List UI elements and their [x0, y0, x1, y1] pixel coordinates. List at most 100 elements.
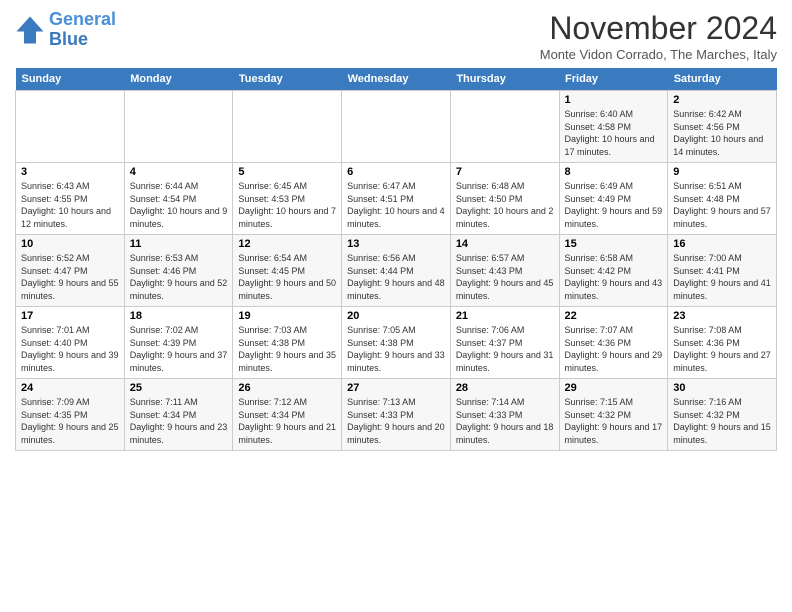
day-number: 24 [21, 382, 119, 394]
day-detail: Sunrise: 6:51 AM Sunset: 4:48 PM Dayligh… [673, 180, 771, 230]
day-number: 5 [238, 166, 336, 178]
calendar-cell: 30 Sunrise: 7:16 AM Sunset: 4:32 PM Dayli… [668, 379, 777, 451]
calendar-cell: 24 Sunrise: 7:09 AM Sunset: 4:35 PM Dayli… [16, 379, 125, 451]
day-detail: Sunrise: 7:11 AM Sunset: 4:34 PM Dayligh… [130, 396, 228, 446]
calendar-cell: 4 Sunrise: 6:44 AM Sunset: 4:54 PM Daylig… [124, 163, 233, 235]
calendar-cell: 12 Sunrise: 6:54 AM Sunset: 4:45 PM Dayli… [233, 235, 342, 307]
day-number: 3 [21, 166, 119, 178]
header-tuesday: Tuesday [233, 68, 342, 91]
calendar-cell: 14Sunrise: 6:57 AM Sunset: 4:43 PM Dayli… [450, 235, 559, 307]
day-detail: Sunrise: 7:03 AM Sunset: 4:38 PM Dayligh… [238, 324, 336, 374]
calendar-cell: 23 Sunrise: 7:08 AM Sunset: 4:36 PM Dayli… [668, 307, 777, 379]
day-number: 22 [565, 310, 663, 322]
calendar-cell: 28 Sunrise: 7:14 AM Sunset: 4:33 PM Dayli… [450, 379, 559, 451]
calendar-week-0: 1 Sunrise: 6:40 AM Sunset: 4:58 PM Daylig… [16, 91, 777, 163]
calendar-cell: 1 Sunrise: 6:40 AM Sunset: 4:58 PM Daylig… [559, 91, 668, 163]
day-number: 15 [565, 238, 663, 250]
logo-line1: General [49, 9, 116, 29]
day-detail: Sunrise: 7:05 AM Sunset: 4:38 PM Dayligh… [347, 324, 445, 374]
day-detail: Sunrise: 7:14 AM Sunset: 4:33 PM Dayligh… [456, 396, 554, 446]
title-area: November 2024 Monte Vidon Corrado, The M… [540, 10, 777, 62]
day-number: 13 [347, 238, 445, 250]
header-thursday: Thursday [450, 68, 559, 91]
day-detail: Sunrise: 7:15 AM Sunset: 4:32 PM Dayligh… [565, 396, 663, 446]
day-detail: Sunrise: 6:49 AM Sunset: 4:49 PM Dayligh… [565, 180, 663, 230]
calendar-cell: 20 Sunrise: 7:05 AM Sunset: 4:38 PM Dayli… [342, 307, 451, 379]
calendar-cell: 15Sunrise: 6:58 AM Sunset: 4:42 PM Dayli… [559, 235, 668, 307]
day-number: 19 [238, 310, 336, 322]
day-detail: Sunrise: 6:40 AM Sunset: 4:58 PM Dayligh… [565, 108, 663, 158]
day-number: 29 [565, 382, 663, 394]
day-number: 10 [21, 238, 119, 250]
day-number: 11 [130, 238, 228, 250]
calendar-cell: 5Sunrise: 6:45 AM Sunset: 4:53 PM Daylig… [233, 163, 342, 235]
header-friday: Friday [559, 68, 668, 91]
day-detail: Sunrise: 7:02 AM Sunset: 4:39 PM Dayligh… [130, 324, 228, 374]
calendar-cell [16, 91, 125, 163]
location: Monte Vidon Corrado, The Marches, Italy [540, 47, 777, 62]
day-detail: Sunrise: 6:57 AM Sunset: 4:43 PM Dayligh… [456, 252, 554, 302]
calendar-cell: 7Sunrise: 6:48 AM Sunset: 4:50 PM Daylig… [450, 163, 559, 235]
calendar-cell [233, 91, 342, 163]
day-detail: Sunrise: 7:00 AM Sunset: 4:41 PM Dayligh… [673, 252, 771, 302]
calendar-cell: 25 Sunrise: 7:11 AM Sunset: 4:34 PM Dayli… [124, 379, 233, 451]
calendar-cell: 22 Sunrise: 7:07 AM Sunset: 4:36 PM Dayli… [559, 307, 668, 379]
day-number: 18 [130, 310, 228, 322]
day-number: 20 [347, 310, 445, 322]
calendar-cell: 18 Sunrise: 7:02 AM Sunset: 4:39 PM Dayli… [124, 307, 233, 379]
header-saturday: Saturday [668, 68, 777, 91]
day-detail: Sunrise: 7:16 AM Sunset: 4:32 PM Dayligh… [673, 396, 771, 446]
calendar-cell: 21 Sunrise: 7:06 AM Sunset: 4:37 PM Dayli… [450, 307, 559, 379]
day-detail: Sunrise: 6:44 AM Sunset: 4:54 PM Dayligh… [130, 180, 228, 230]
day-number: 25 [130, 382, 228, 394]
day-detail: Sunrise: 6:48 AM Sunset: 4:50 PM Dayligh… [456, 180, 554, 230]
day-number: 9 [673, 166, 771, 178]
header-wednesday: Wednesday [342, 68, 451, 91]
header: General Blue November 2024 Monte Vidon C… [15, 10, 777, 62]
day-detail: Sunrise: 6:53 AM Sunset: 4:46 PM Dayligh… [130, 252, 228, 302]
calendar-cell: 26 Sunrise: 7:12 AM Sunset: 4:34 PM Dayli… [233, 379, 342, 451]
calendar-cell: 27Sunrise: 7:13 AM Sunset: 4:33 PM Dayli… [342, 379, 451, 451]
logo-line2: Blue [49, 29, 88, 49]
day-number: 30 [673, 382, 771, 394]
calendar-cell: 9 Sunrise: 6:51 AM Sunset: 4:48 PM Daylig… [668, 163, 777, 235]
day-detail: Sunrise: 7:07 AM Sunset: 4:36 PM Dayligh… [565, 324, 663, 374]
day-detail: Sunrise: 6:52 AM Sunset: 4:47 PM Dayligh… [21, 252, 119, 302]
calendar-week-4: 24 Sunrise: 7:09 AM Sunset: 4:35 PM Dayli… [16, 379, 777, 451]
month-title: November 2024 [540, 10, 777, 47]
day-number: 28 [456, 382, 554, 394]
calendar-week-1: 3Sunrise: 6:43 AM Sunset: 4:55 PM Daylig… [16, 163, 777, 235]
day-number: 8 [565, 166, 663, 178]
day-detail: Sunrise: 7:12 AM Sunset: 4:34 PM Dayligh… [238, 396, 336, 446]
day-detail: Sunrise: 7:01 AM Sunset: 4:40 PM Dayligh… [21, 324, 119, 374]
calendar-body: 1 Sunrise: 6:40 AM Sunset: 4:58 PM Daylig… [16, 91, 777, 451]
day-number: 4 [130, 166, 228, 178]
day-number: 23 [673, 310, 771, 322]
logo-icon [15, 15, 45, 45]
day-number: 27 [347, 382, 445, 394]
day-detail: Sunrise: 7:06 AM Sunset: 4:37 PM Dayligh… [456, 324, 554, 374]
page: General Blue November 2024 Monte Vidon C… [0, 0, 792, 612]
calendar-cell: 8 Sunrise: 6:49 AM Sunset: 4:49 PM Daylig… [559, 163, 668, 235]
calendar-cell: 17 Sunrise: 7:01 AM Sunset: 4:40 PM Dayli… [16, 307, 125, 379]
day-detail: Sunrise: 7:09 AM Sunset: 4:35 PM Dayligh… [21, 396, 119, 446]
calendar-table: Sunday Monday Tuesday Wednesday Thursday… [15, 68, 777, 451]
day-number: 17 [21, 310, 119, 322]
calendar-cell: 10 Sunrise: 6:52 AM Sunset: 4:47 PM Dayli… [16, 235, 125, 307]
header-sunday: Sunday [16, 68, 125, 91]
day-number: 26 [238, 382, 336, 394]
calendar-cell [342, 91, 451, 163]
calendar-cell [124, 91, 233, 163]
day-detail: Sunrise: 6:47 AM Sunset: 4:51 PM Dayligh… [347, 180, 445, 230]
day-number: 1 [565, 94, 663, 106]
day-number: 21 [456, 310, 554, 322]
calendar-cell: 16 Sunrise: 7:00 AM Sunset: 4:41 PM Dayli… [668, 235, 777, 307]
day-detail: Sunrise: 6:56 AM Sunset: 4:44 PM Dayligh… [347, 252, 445, 302]
calendar-cell [450, 91, 559, 163]
logo-text: General Blue [49, 10, 116, 50]
day-number: 12 [238, 238, 336, 250]
day-number: 16 [673, 238, 771, 250]
calendar-cell: 3Sunrise: 6:43 AM Sunset: 4:55 PM Daylig… [16, 163, 125, 235]
day-detail: Sunrise: 7:08 AM Sunset: 4:36 PM Dayligh… [673, 324, 771, 374]
day-detail: Sunrise: 6:54 AM Sunset: 4:45 PM Dayligh… [238, 252, 336, 302]
